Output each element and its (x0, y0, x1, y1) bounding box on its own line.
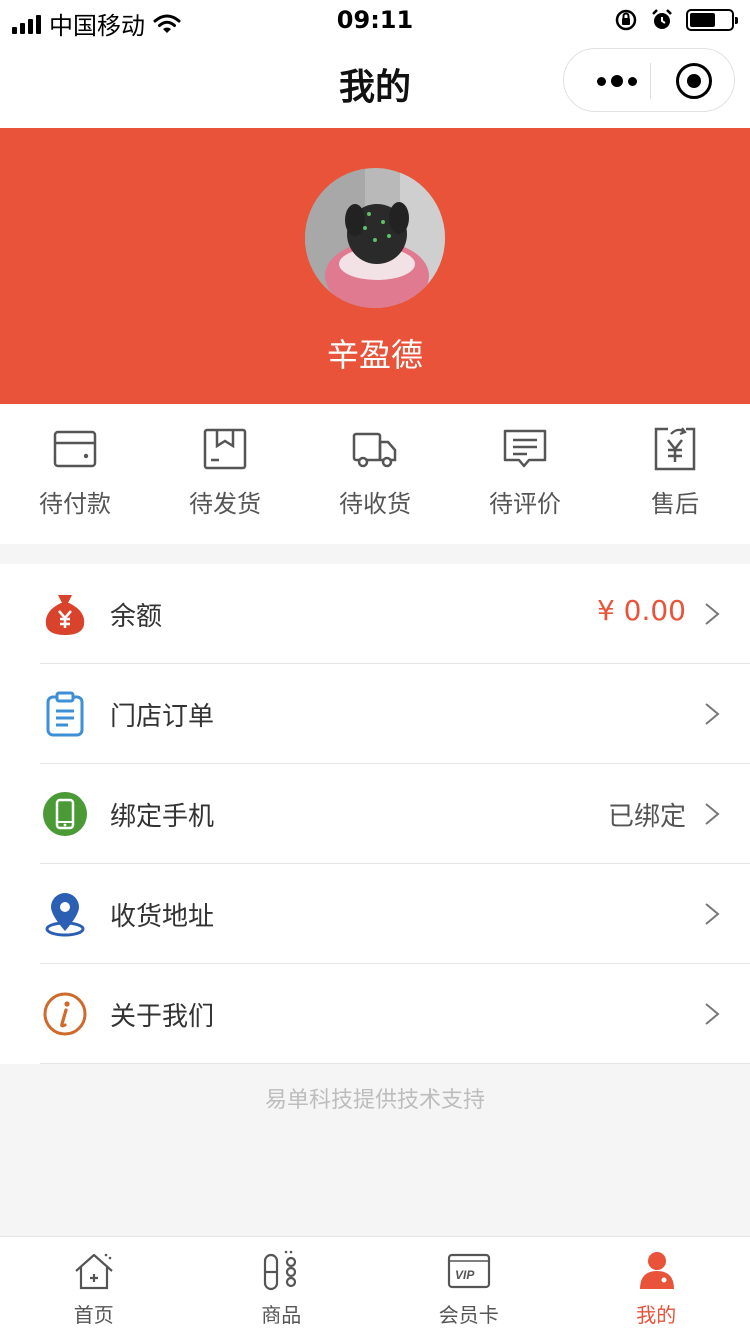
mini-program-capsule (563, 48, 735, 112)
chevron-right-icon (705, 703, 720, 725)
info-icon (43, 992, 87, 1036)
package-icon (203, 428, 247, 470)
tab-goods[interactable]: 商品 (188, 1237, 376, 1334)
balance-value: ¥ 0.00 (596, 594, 686, 627)
menu-item-shipping-address[interactable]: 收货地址 (0, 864, 750, 964)
alarm-icon (652, 9, 672, 29)
user-icon (639, 1252, 674, 1289)
phone-bound-status: 已绑定 (607, 802, 686, 832)
more-options-icon[interactable] (586, 49, 648, 113)
goods-icon (263, 1250, 296, 1291)
order-pending-receipt[interactable]: 待收货 (300, 404, 450, 544)
order-status-row: 待付款 待发货 待收货 待评价 售后 (0, 404, 750, 544)
chevron-right-icon (705, 803, 720, 825)
home-icon (75, 1253, 113, 1290)
menu-item-about-us[interactable]: 关于我们 (0, 964, 750, 1064)
chevron-right-icon (705, 603, 720, 625)
rotation-lock-icon (615, 9, 637, 31)
tab-vip-card[interactable]: VIP 会员卡 (375, 1237, 563, 1334)
profile-banner: 辛盈德 (0, 128, 750, 404)
nav-bar: 我的 (0, 40, 750, 128)
order-pending-shipment[interactable]: 待发货 (150, 404, 300, 544)
tab-home[interactable]: 首页 (0, 1237, 188, 1334)
order-after-sales[interactable]: 售后 (600, 404, 750, 544)
chevron-right-icon (705, 903, 720, 925)
order-pending-payment[interactable]: 待付款 (0, 404, 150, 544)
menu-item-store-orders[interactable]: 门店订单 (0, 664, 750, 764)
menu-list: 余额 ¥ 0.00 门店订单 绑定手机 已绑定 收货地址 关于我们 (0, 564, 750, 1064)
location-pin-icon (45, 893, 85, 937)
svg-text:VIP: VIP (455, 1268, 475, 1282)
avatar[interactable] (305, 168, 445, 308)
close-mini-program-icon[interactable] (676, 63, 712, 99)
page: 中国移动 09:11 我的 辛盈德 待付款 待发货 待收货 待评价 售后 余额 … (0, 0, 750, 1334)
tab-bar: 首页 商品 VIP 会员卡 我的 (0, 1236, 750, 1334)
status-bar: 中国移动 09:11 (0, 0, 750, 40)
username: 辛盈德 (326, 336, 423, 374)
refund-icon (654, 427, 696, 471)
tab-mine[interactable]: 我的 (563, 1237, 750, 1334)
tech-support-note: 易单科技提供技术支持 (264, 1088, 485, 1113)
wallet-icon (53, 430, 97, 468)
vip-card-icon: VIP (447, 1253, 491, 1289)
truck-icon (352, 432, 397, 468)
clipboard-icon (46, 691, 84, 737)
money-bag-icon (45, 595, 85, 635)
order-pending-review[interactable]: 待评价 (450, 404, 600, 544)
battery-icon (686, 9, 738, 31)
phone-icon (43, 792, 87, 836)
chevron-right-icon (705, 1003, 720, 1025)
menu-item-bind-phone[interactable]: 绑定手机 已绑定 (0, 764, 750, 864)
comment-icon (503, 429, 547, 468)
menu-item-balance[interactable]: 余额 ¥ 0.00 (0, 564, 750, 664)
